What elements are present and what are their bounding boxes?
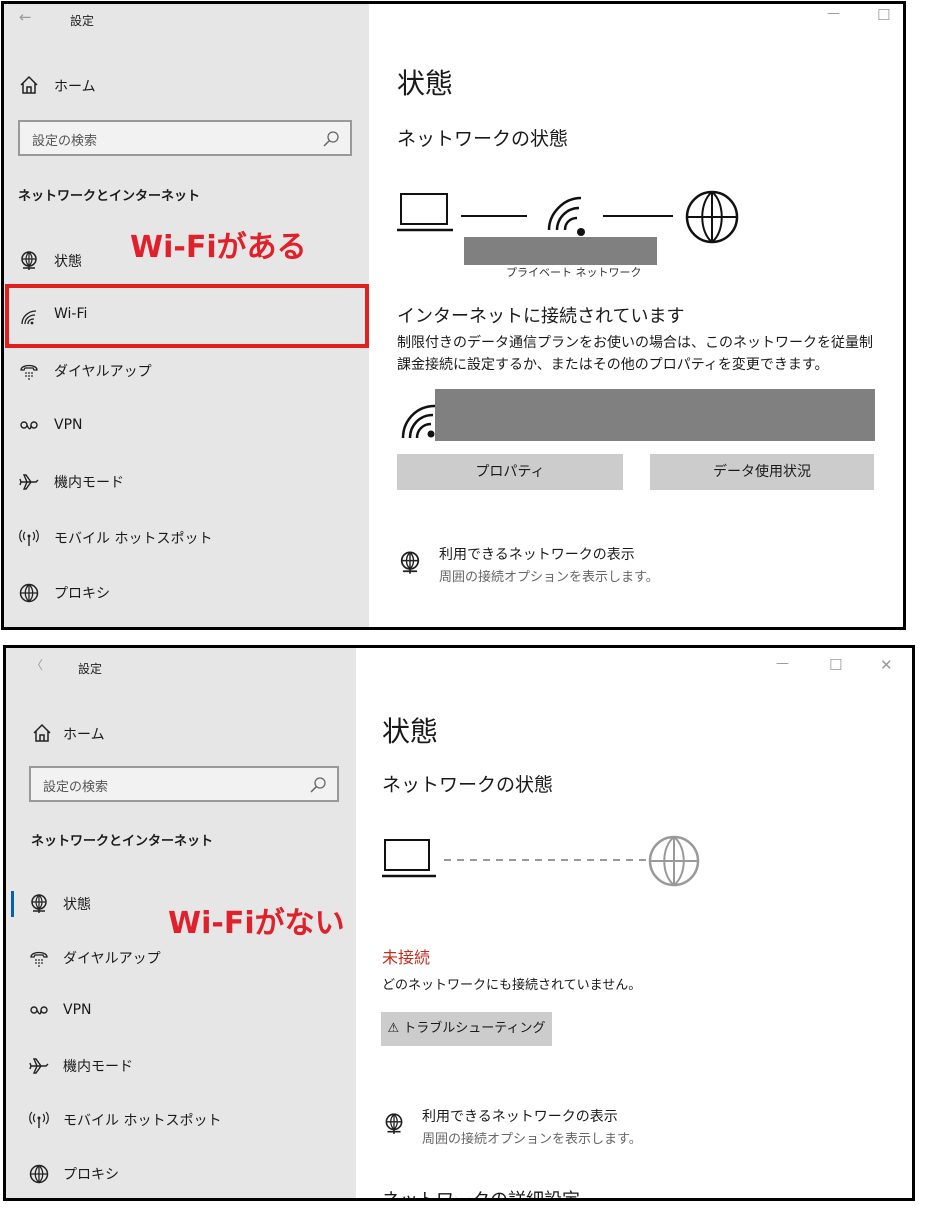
settings-window-wifi: ← 設定 ホーム 設定の検索 ネットワークとインターネット 状態 Wi-Fi ダ… xyxy=(1,1,906,630)
search-input[interactable]: 設定の検索 xyxy=(29,766,339,802)
globe-icon xyxy=(19,583,39,603)
sidebar-item-label: VPN xyxy=(54,417,83,433)
close-button[interactable]: ✕ xyxy=(880,656,893,674)
show-networks-title: 利用できるネットワークの表示 xyxy=(422,1109,618,1125)
show-networks-link[interactable]: 利用できるネットワークの表示 周囲の接続オプションを表示します。 xyxy=(382,1106,682,1150)
sidebar-item-airplane-mode[interactable]: 機内モード xyxy=(6,1041,356,1091)
warning-icon: ⚠ xyxy=(387,1021,400,1036)
laptop-icon xyxy=(397,193,453,232)
network-diagram xyxy=(382,835,700,887)
show-networks-subtitle: 周囲の接続オプションを表示します。 xyxy=(422,1132,642,1147)
home-icon xyxy=(20,76,38,94)
sidebar-item-mobile-hotspot[interactable]: モバイル ホットスポット xyxy=(4,513,369,563)
annotation-wifi-present: Wi-Fiがある xyxy=(130,230,307,265)
settings-window-no-wifi: 〈 設定 ホーム 設定の検索 ネットワークとインターネット 状態 ダイヤルアップ… xyxy=(3,645,915,1201)
globe-icon xyxy=(29,1164,49,1184)
home-label: ホーム xyxy=(54,79,96,95)
vpn-icon xyxy=(20,421,38,430)
redacted-network-name xyxy=(464,237,657,265)
category-heading: ネットワークとインターネット xyxy=(31,834,214,849)
window-title: 設定 xyxy=(78,662,103,676)
sidebar-item-label: 状態 xyxy=(54,254,82,270)
home-icon xyxy=(33,724,51,742)
back-button[interactable]: ← xyxy=(19,8,32,26)
status-not-connected: 未接続 xyxy=(382,948,431,967)
sidebar-item-label: ダイヤルアップ xyxy=(54,364,152,380)
laptop-icon xyxy=(382,839,436,878)
sidebar-item-mobile-hotspot[interactable]: モバイル ホットスポット xyxy=(6,1095,356,1145)
section-heading: ネットワークの状態 xyxy=(382,774,554,796)
sidebar-item-label: 機内モード xyxy=(63,1059,133,1075)
page-title: 状態 xyxy=(397,67,454,100)
window-title: 設定 xyxy=(70,14,95,28)
troubleshoot-button[interactable]: ⚠ トラブルシューティング xyxy=(381,1012,552,1046)
troubleshoot-label: トラブルシューティング xyxy=(403,1021,546,1036)
data-usage-button[interactable]: データ使用状況 xyxy=(650,454,874,490)
sidebar-item-airplane-mode[interactable]: 機内モード xyxy=(4,457,369,507)
highlight-box xyxy=(5,284,369,348)
sidebar-item-label: 機内モード xyxy=(54,475,124,491)
page-title: 状態 xyxy=(382,715,439,748)
globe-monitor-icon xyxy=(21,251,37,271)
globe-monitor-icon xyxy=(31,894,47,914)
network-type-label: プライベート ネットワーク xyxy=(506,266,642,279)
home-link[interactable]: ホーム xyxy=(31,722,231,744)
annotation-wifi-absent: Wi-Fiがない xyxy=(168,906,345,941)
vpn-icon xyxy=(30,1006,48,1015)
sidebar: ← 設定 ホーム 設定の検索 ネットワークとインターネット 状態 Wi-Fi ダ… xyxy=(4,4,369,627)
sidebar-item-label: プロキシ xyxy=(63,1167,119,1183)
search-input[interactable]: 設定の検索 xyxy=(18,120,352,156)
minimize-button[interactable]: — xyxy=(827,6,840,21)
sidebar-item-vpn[interactable]: VPN xyxy=(6,987,356,1037)
sidebar-item-label: ダイヤルアップ xyxy=(63,951,161,967)
globe-monitor-icon xyxy=(400,551,420,575)
sidebar-item-label: モバイル ホットスポット xyxy=(54,531,213,547)
home-label: ホーム xyxy=(63,727,105,743)
sidebar-item-proxy[interactable]: プロキシ xyxy=(6,1149,356,1198)
sidebar-item-proxy[interactable]: プロキシ xyxy=(4,568,369,618)
selected-indicator xyxy=(11,891,14,917)
sidebar-item-dialup[interactable]: ダイヤルアップ xyxy=(4,346,369,396)
sidebar-item-vpn[interactable]: VPN xyxy=(4,402,369,452)
sidebar-item-label: VPN xyxy=(63,1002,92,1018)
advanced-settings-heading: ネットワークの詳細設定 xyxy=(382,1190,580,1201)
sidebar-item-label: モバイル ホットスポット xyxy=(63,1113,222,1129)
show-networks-title: 利用できるネットワークの表示 xyxy=(439,547,635,563)
sidebar-item-label: プロキシ xyxy=(54,586,110,602)
globe-monitor-icon xyxy=(385,1113,403,1135)
airplane-icon xyxy=(19,474,39,490)
redacted-network-details xyxy=(435,389,875,441)
back-button[interactable]: 〈 xyxy=(31,656,43,673)
search-icon xyxy=(310,777,326,793)
search-placeholder: 設定の検索 xyxy=(43,780,109,795)
search-icon xyxy=(323,131,339,147)
minimize-button[interactable]: — xyxy=(776,656,789,671)
airplane-icon xyxy=(29,1058,49,1074)
sidebar: 〈 設定 ホーム 設定の検索 ネットワークとインターネット 状態 ダイヤルアップ… xyxy=(6,648,356,1198)
connection-status-description: 制限付きのデータ通信プランをお使いの場合は、このネットワークを従量制課金接続に設… xyxy=(397,335,873,373)
maximize-button[interactable]: ☐ xyxy=(877,6,890,24)
hotspot-icon xyxy=(29,1111,49,1129)
globe-icon xyxy=(648,835,700,887)
search-placeholder: 設定の検索 xyxy=(32,134,98,149)
wifi-icon xyxy=(547,196,585,236)
show-networks-link[interactable]: 利用できるネットワークの表示 周囲の接続オプションを表示します。 xyxy=(397,544,697,588)
maximize-button[interactable]: ☐ xyxy=(829,656,842,674)
properties-button[interactable]: プロパティ xyxy=(397,454,623,490)
hotspot-icon xyxy=(19,529,39,547)
dialup-icon xyxy=(30,951,48,968)
section-heading: ネットワークの状態 xyxy=(397,128,569,150)
main-panel: — ☐ ✕ 状態 ネットワークの状態 未接続 どのネットワークにも接続されていま… xyxy=(356,648,912,1198)
globe-icon xyxy=(685,190,739,244)
category-heading: ネットワークとインターネット xyxy=(18,189,201,204)
show-networks-subtitle: 周囲の接続オプションを表示します。 xyxy=(439,570,659,585)
dialup-icon xyxy=(20,364,38,381)
connection-status-title: インターネットに接続されています xyxy=(397,306,685,327)
status-description: どのネットワークにも接続されていません。 xyxy=(382,978,642,993)
sidebar-item-label: 状態 xyxy=(63,897,91,913)
main-panel: — ☐ 状態 ネットワークの状態 プライベート ネットワーク インターネットに接… xyxy=(369,4,903,627)
home-link[interactable]: ホーム xyxy=(18,74,218,96)
